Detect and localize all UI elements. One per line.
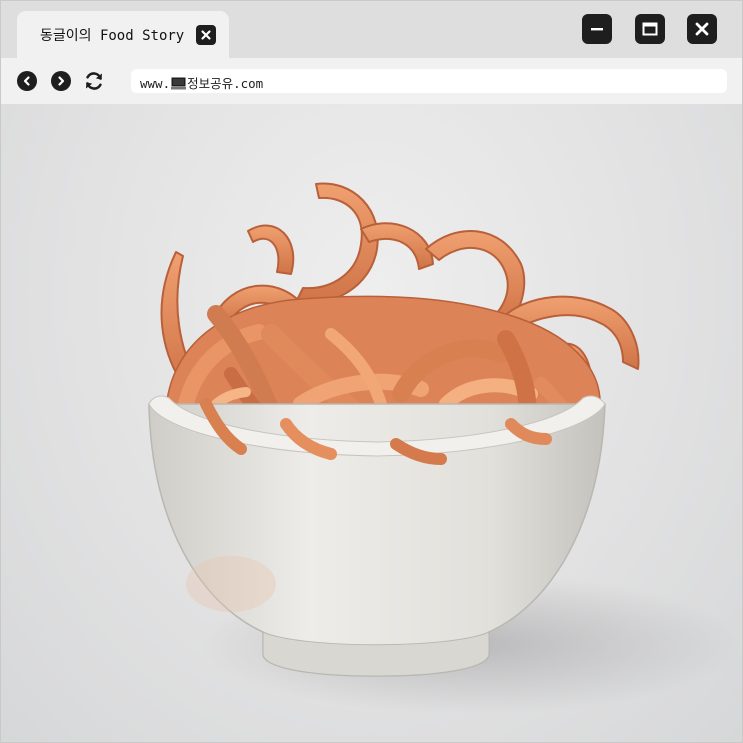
address-text: www. 정보공유.com: [140, 73, 263, 93]
forward-button[interactable]: [51, 71, 71, 91]
tab-food-story[interactable]: 동글이의 Food Story: [17, 11, 229, 58]
close-icon: [201, 30, 211, 40]
chevron-right-icon: [58, 76, 65, 86]
tab-title: 동글이의 Food Story: [40, 28, 185, 44]
address-domain: 정보공유.com: [187, 76, 264, 91]
close-icon: [695, 22, 709, 36]
refresh-icon: [86, 72, 102, 90]
minimize-icon: [591, 28, 603, 31]
chevron-left-icon: [23, 76, 30, 86]
address-prefix: www.: [140, 76, 171, 91]
browser-window: 동글이의 Food Story www. 정보공유.com: [0, 0, 743, 743]
minimize-button[interactable]: [582, 14, 612, 44]
computer-icon: [171, 77, 187, 93]
reload-button[interactable]: [83, 70, 105, 92]
content-image: [1, 104, 742, 742]
address-bar[interactable]: www. 정보공유.com: [131, 69, 727, 93]
tab-bar: 동글이의 Food Story: [1, 1, 742, 58]
tab-close-button[interactable]: [196, 25, 216, 45]
window-close-button[interactable]: [687, 14, 717, 44]
navigation-bar: www. 정보공유.com: [1, 58, 742, 104]
maximize-icon: [642, 22, 658, 36]
maximize-button[interactable]: [635, 14, 665, 44]
back-button[interactable]: [17, 71, 37, 91]
sweet-potato-bowl-photo: [148, 182, 741, 714]
